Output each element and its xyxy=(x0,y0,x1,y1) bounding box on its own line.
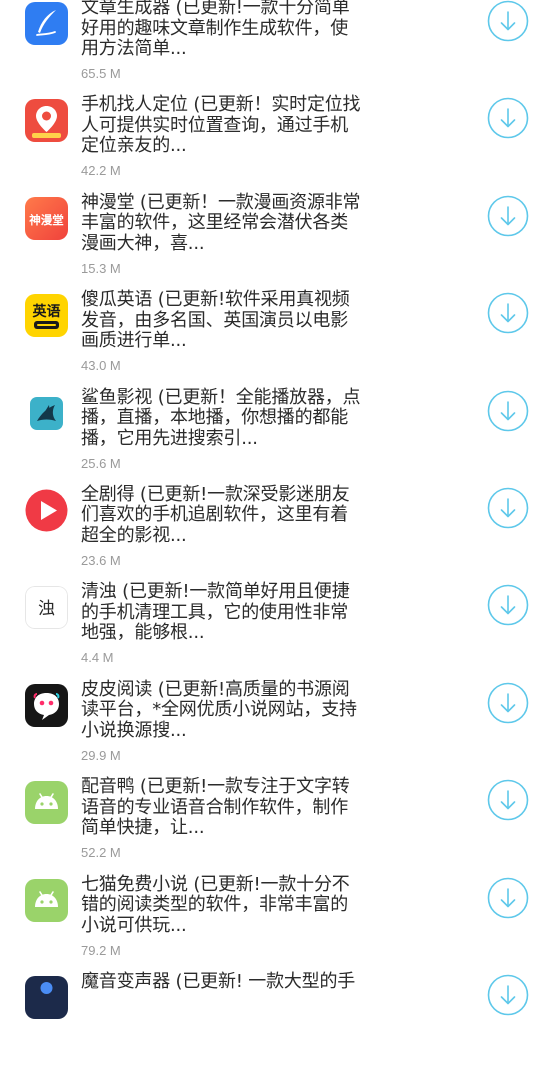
download-icon xyxy=(487,292,529,334)
app-size: 29.9 M xyxy=(81,747,121,763)
download-icon xyxy=(487,487,529,529)
app-list: 文章生成器 (已更新!一款十分简单 好用的趣味文章制作生成软件，使 用方法简单.… xyxy=(0,0,554,1069)
list-item[interactable]: 七猫免费小说 (已更新!一款十分不 错的阅读类型的软件，非常丰富的 小说可供玩.… xyxy=(0,873,554,972)
location-pin-icon[interactable] xyxy=(25,99,68,143)
download-icon xyxy=(487,974,529,1016)
list-item[interactable]: 配音鸭 (已更新!一款专注于文字转 语音的专业语音合制作软件，制作 简单快捷，让… xyxy=(0,776,554,874)
list-item[interactable]: 皮皮阅读 (已更新!高质量的书源阅 读平台，*全网优质小说网站，支持 小说换源搜… xyxy=(0,678,554,777)
download-icon xyxy=(487,195,529,237)
download-icon xyxy=(487,779,529,821)
app-size: 79.2 M xyxy=(81,942,121,958)
app-icon-dark[interactable] xyxy=(25,975,68,1019)
app-size: 4.4 M xyxy=(81,650,114,666)
app-description: 全剧得 (已更新!一款深受影迷朋友 们喜欢的手机追剧软件，这里有着 超全的影视.… xyxy=(81,483,350,546)
quill-pen-icon[interactable] xyxy=(25,2,68,45)
app-description: 配音鸭 (已更新!一款专注于文字转 语音的专业语音合制作软件，制作 简单快捷，让… xyxy=(81,776,350,839)
download-button[interactable] xyxy=(487,390,529,432)
app-description: 皮皮阅读 (已更新!高质量的书源阅 读平台，*全网优质小说网站，支持 小说换源搜… xyxy=(81,678,357,741)
download-button[interactable] xyxy=(487,195,529,237)
download-icon xyxy=(487,0,529,42)
download-button[interactable] xyxy=(487,584,529,626)
android-icon[interactable] xyxy=(25,781,68,825)
app-size: 42.2 M xyxy=(81,163,121,179)
download-button[interactable] xyxy=(487,292,529,334)
svg-text:浊: 浊 xyxy=(38,599,55,619)
download-icon xyxy=(487,585,529,626)
download-button[interactable] xyxy=(487,877,529,919)
list-item[interactable]: 文章生成器 (已更新!一款十分简单 好用的趣味文章制作生成软件，使 用方法简单.… xyxy=(0,0,554,95)
play-button-icon[interactable] xyxy=(25,488,68,532)
download-button[interactable] xyxy=(487,97,529,139)
list-item[interactable]: 浊 清浊 (已更新!一款简单好用且便捷 的手机清理工具，它的使用性非常 地强，能… xyxy=(0,582,554,679)
svg-text:神漫堂: 神漫堂 xyxy=(29,213,64,227)
download-icon xyxy=(487,98,529,139)
android-icon[interactable] xyxy=(25,878,68,922)
list-item[interactable]: 神漫堂 神漫堂 (已更新！一款漫画资源非常 丰富的软件，这里经常会潜伏各类 漫画… xyxy=(0,191,554,290)
app-description: 魔音变声器 (已更新! 一款大型的手 xyxy=(81,970,356,992)
download-button[interactable] xyxy=(487,974,529,1016)
list-item[interactable]: 手机找人定位 (已更新！实时定位找 人可提供实时位置查询，通过手机 定位亲友的.… xyxy=(0,95,554,192)
app-size: 52.2 M xyxy=(81,845,121,861)
english-vocab-icon[interactable]: 英语 xyxy=(25,294,68,338)
download-button[interactable] xyxy=(487,487,529,529)
app-size: 15.3 M xyxy=(81,260,121,276)
chat-bubble-face-icon[interactable] xyxy=(25,683,68,727)
app-size: 25.6 M xyxy=(81,455,121,471)
download-button[interactable] xyxy=(487,0,529,42)
app-description: 傻瓜英语 (已更新!软件采用真视频 发音，由多名国、英国演员以电影 画质进行单.… xyxy=(81,289,350,352)
shark-icon[interactable] xyxy=(25,391,68,435)
svg-text:英语: 英语 xyxy=(32,303,61,320)
app-size: 65.5 M xyxy=(81,66,121,81)
app-description: 七猫免费小说 (已更新!一款十分不 错的阅读类型的软件，非常丰富的 小说可供玩.… xyxy=(81,873,350,936)
app-description: 文章生成器 (已更新!一款十分简单 好用的趣味文章制作生成软件，使 用方法简单.… xyxy=(81,0,350,59)
app-description: 神漫堂 (已更新！一款漫画资源非常 丰富的软件，这里经常会潜伏各类 漫画大神，喜… xyxy=(81,191,361,254)
download-icon xyxy=(487,877,529,918)
list-item[interactable]: 鲨鱼影视 (已更新！全能播放器，点 播，直播，本地播，你想播的都能 播，它用先进… xyxy=(0,386,554,485)
app-size: 23.6 M xyxy=(81,552,121,568)
app-description: 手机找人定位 (已更新！实时定位找 人可提供实时位置查询，通过手机 定位亲友的.… xyxy=(81,94,361,157)
download-icon xyxy=(487,682,529,724)
shenmantang-logo-icon[interactable]: 神漫堂 xyxy=(25,196,68,240)
app-size: 43.0 M xyxy=(81,358,121,374)
app-description: 鲨鱼影视 (已更新！全能播放器，点 播，直播，本地播，你想播的都能 播，它用先进… xyxy=(81,386,361,449)
download-button[interactable] xyxy=(487,779,529,821)
list-item[interactable]: 魔音变声器 (已更新! 一款大型的手 xyxy=(0,970,554,1069)
list-item[interactable]: 全剧得 (已更新!一款深受影迷朋友 们喜欢的手机追剧软件，这里有着 超全的影视.… xyxy=(0,483,554,582)
app-description: 清浊 (已更新!一款简单好用且便捷 的手机清理工具，它的使用性非常 地强，能够根… xyxy=(81,581,350,644)
qingzhuo-icon[interactable]: 浊 xyxy=(25,586,68,630)
list-item[interactable]: 英语 傻瓜英语 (已更新!软件采用真视频 发音，由多名国、英国演员以电影 画质进… xyxy=(0,290,554,387)
download-button[interactable] xyxy=(487,682,529,724)
download-icon xyxy=(487,390,529,431)
